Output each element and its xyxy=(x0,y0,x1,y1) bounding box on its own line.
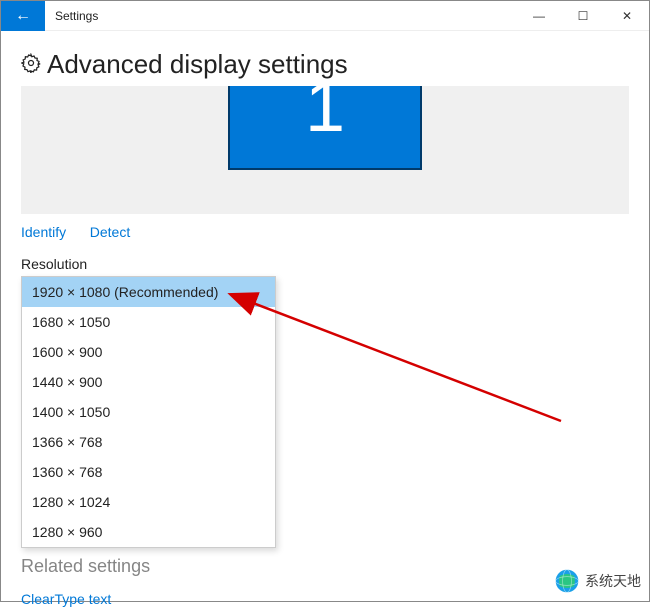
back-button[interactable]: ← xyxy=(1,1,45,31)
resolution-option[interactable]: 1440 × 900 xyxy=(22,367,275,397)
minimize-button[interactable]: — xyxy=(517,1,561,31)
resolution-option[interactable]: 1366 × 768 xyxy=(22,427,275,457)
watermark: 系统天地 xyxy=(553,567,641,595)
window-title: Settings xyxy=(55,9,517,23)
close-button[interactable]: ✕ xyxy=(605,1,649,31)
watermark-text: 系统天地 xyxy=(585,571,641,591)
content-area: Advanced display settings 1 Identify Det… xyxy=(1,31,649,607)
resolution-option[interactable]: 1920 × 1080 (Recommended) xyxy=(22,277,275,307)
resolution-option[interactable]: 1680 × 1050 xyxy=(22,307,275,337)
resolution-option[interactable]: 1280 × 960 xyxy=(22,517,275,547)
resolution-label: Resolution xyxy=(21,256,629,272)
display-links: Identify Detect xyxy=(21,224,629,240)
cleartype-link[interactable]: ClearType text xyxy=(21,591,629,607)
resolution-option[interactable]: 1360 × 768 xyxy=(22,457,275,487)
resolution-option[interactable]: 1280 × 1024 xyxy=(22,487,275,517)
related-settings-heading: Related settings xyxy=(21,556,629,577)
gear-icon xyxy=(21,49,41,80)
globe-icon xyxy=(553,567,581,595)
display-preview: 1 xyxy=(21,86,629,214)
maximize-button[interactable]: ☐ xyxy=(561,1,605,31)
detect-link[interactable]: Detect xyxy=(90,224,130,240)
page-heading-text: Advanced display settings xyxy=(47,49,348,80)
resolution-option[interactable]: 1400 × 1050 xyxy=(22,397,275,427)
monitor-1[interactable]: 1 xyxy=(228,86,422,170)
page-heading: Advanced display settings xyxy=(21,49,629,80)
titlebar: ← Settings — ☐ ✕ xyxy=(1,1,649,31)
window-controls: — ☐ ✕ xyxy=(517,1,649,31)
identify-link[interactable]: Identify xyxy=(21,224,66,240)
resolution-dropdown[interactable]: 1920 × 1080 (Recommended)1680 × 10501600… xyxy=(21,276,276,548)
resolution-option[interactable]: 1600 × 900 xyxy=(22,337,275,367)
